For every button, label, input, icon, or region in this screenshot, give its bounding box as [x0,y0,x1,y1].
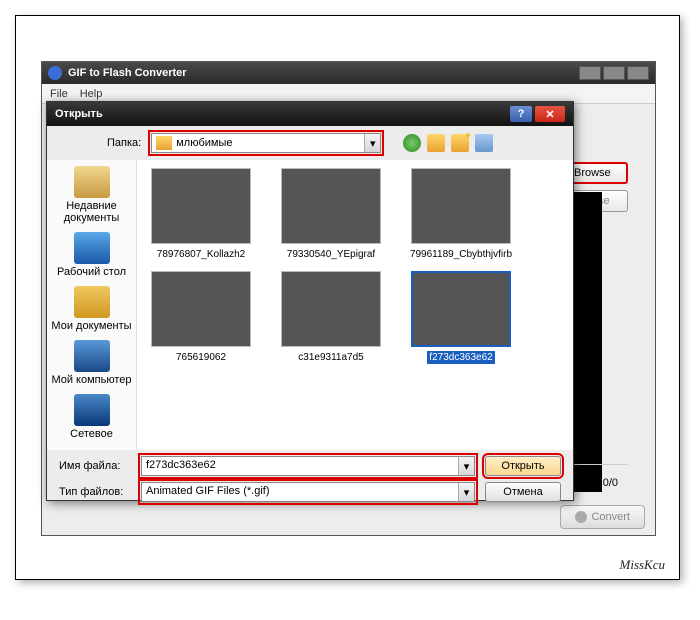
app-title: GIF to Flash Converter [68,67,579,79]
open-button[interactable]: Открыть [485,456,561,476]
file-item-selected[interactable]: f273dc363e62 [405,271,517,364]
folder-icon [156,136,172,150]
menu-help[interactable]: Help [80,88,103,100]
file-list[interactable]: 78976807_Kollazh2 79330540_YEpigraf 7996… [137,160,573,450]
maximize-button[interactable] [603,66,625,80]
place-network[interactable]: Сетевое [49,394,134,440]
thumbnail [151,168,251,244]
watermark: MissKcu [620,557,666,573]
back-icon[interactable] [403,134,421,152]
folder-combo[interactable]: млюбимые ▾ [151,133,381,153]
folder-value: млюбимые [176,137,364,149]
menu-file[interactable]: File [50,88,68,100]
chevron-down-icon[interactable]: ▾ [458,483,474,501]
filename-value: f273dc363e62 [142,457,458,475]
progress-text: 0/0 [603,477,618,489]
network-icon [74,394,110,426]
file-caption: 79961189_Cbybthjvfirb [408,248,514,261]
filename-combo[interactable]: f273dc363e62 ▾ [141,456,475,476]
chevron-down-icon[interactable]: ▾ [458,457,474,475]
file-item[interactable]: 765619062 [145,271,257,364]
filetype-value: Animated GIF Files (*.gif) [142,483,458,501]
computer-icon [74,340,110,372]
filetype-combo[interactable]: Animated GIF Files (*.gif) ▾ [141,482,475,502]
place-mydocs[interactable]: Мои документы [49,286,134,332]
place-label: Сетевое [70,428,113,440]
open-dialog: Открыть ? ✕ Папка: млюбимые ▾ Недавние д… [46,101,574,501]
up-folder-icon[interactable] [427,134,445,152]
place-label: Недавние документы [49,200,134,224]
filename-label: Имя файла: [59,460,131,472]
place-recent[interactable]: Недавние документы [49,166,134,224]
place-label: Рабочий стол [57,266,126,278]
file-caption: 79330540_YEpigraf [285,248,377,261]
thumbnail [411,271,511,347]
browse-label: Browse [574,167,611,179]
dialog-bottom: Имя файла: f273dc363e62 ▾ Открыть Тип фа… [47,450,573,508]
file-item[interactable]: 79330540_YEpigraf [275,168,387,261]
thumbnail [411,168,511,244]
filetype-label: Тип файлов: [59,486,131,498]
convert-label: Convert [591,511,630,523]
outer-frame: GIF to Flash Converter File Help Browse … [15,15,680,580]
file-caption: c31e9311a7d5 [296,351,365,364]
documents-icon [74,286,110,318]
folder-label: Папка: [107,137,141,149]
gear-icon [575,511,587,523]
file-item[interactable]: 78976807_Kollazh2 [145,168,257,261]
cancel-button[interactable]: Отмена [485,482,561,502]
app-titlebar[interactable]: GIF to Flash Converter [42,62,655,84]
file-caption: f273dc363e62 [427,351,494,364]
thumbnail [151,271,251,347]
places-sidebar: Недавние документы Рабочий стол Мои доку… [47,160,137,450]
recent-icon [74,166,110,198]
open-label: Открыть [501,460,544,472]
place-label: Мои документы [51,320,131,332]
file-caption: 78976807_Kollazh2 [155,248,247,261]
desktop-icon [74,232,110,264]
close-button[interactable] [627,66,649,80]
dialog-close-button[interactable]: ✕ [535,106,565,122]
thumbnail [281,271,381,347]
convert-button[interactable]: Convert [560,505,645,529]
app-icon [48,66,62,80]
new-folder-icon[interactable] [451,134,469,152]
file-item[interactable]: c31e9311a7d5 [275,271,387,364]
chevron-down-icon[interactable]: ▾ [364,134,380,152]
file-item[interactable]: 79961189_Cbybthjvfirb [405,168,517,261]
dialog-toolbar: Папка: млюбимые ▾ [47,126,573,160]
dialog-title: Открыть [55,108,510,120]
thumbnail [281,168,381,244]
cancel-label: Отмена [503,486,542,498]
place-label: Мой компьютер [51,374,131,386]
place-desktop[interactable]: Рабочий стол [49,232,134,278]
place-mycomputer[interactable]: Мой компьютер [49,340,134,386]
dialog-body: Недавние документы Рабочий стол Мои доку… [47,160,573,450]
view-menu-icon[interactable] [475,134,493,152]
minimize-button[interactable] [579,66,601,80]
dialog-help-button[interactable]: ? [510,106,532,122]
dialog-titlebar[interactable]: Открыть ? ✕ [47,102,573,126]
file-caption: 765619062 [174,351,228,364]
